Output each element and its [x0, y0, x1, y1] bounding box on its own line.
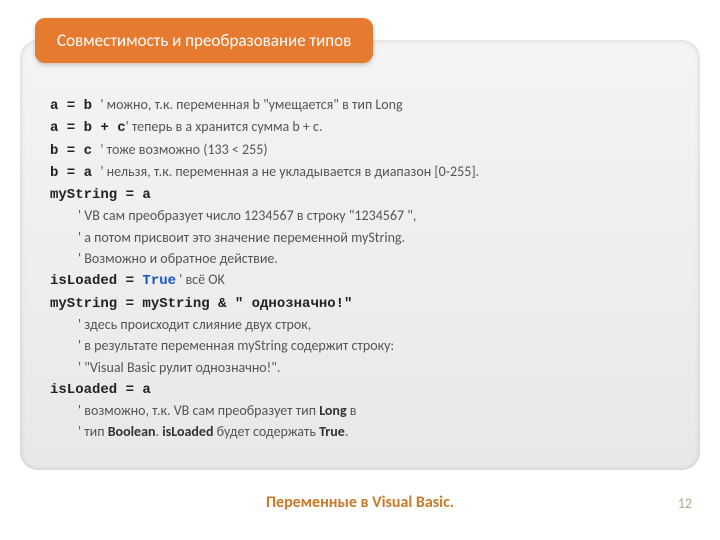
content-frame: a = b ' можно, т.к. переменная b "умещае… [20, 40, 700, 470]
comment: ' Возможно и обратное действие. [78, 250, 278, 267]
comment: ' а потом присвоит это значение переменн… [78, 229, 405, 246]
code-listing: a = b ' можно, т.к. переменная b "умещае… [50, 95, 670, 443]
comment: ' возможно, т.к. VB сам преобразует тип [78, 402, 319, 419]
comment: ' можно, т.к. переменная b "умещается" в… [100, 96, 402, 113]
section-ribbon: Совместимость и преобразование типов [35, 18, 373, 63]
keyword-true: True [142, 273, 176, 289]
code: a = b + c [50, 120, 126, 136]
comment: ' всё OK [176, 271, 225, 288]
type-long: Long [319, 402, 346, 419]
value-true: True [319, 423, 345, 440]
code: isLoaded = [50, 273, 142, 289]
code: b = a [50, 165, 100, 181]
code: isLoaded = a [50, 382, 151, 398]
comment: ' VB сам преобразует число 1234567 в стр… [78, 207, 416, 224]
var-isloaded: isLoaded [162, 423, 213, 440]
page-number: 12 [678, 495, 692, 512]
code: myString = myString & " однозначно!" [50, 296, 352, 312]
code: a = b [50, 98, 100, 114]
comment: . [345, 423, 349, 440]
comment: будет содержать [213, 423, 319, 440]
code: b = c [50, 143, 100, 159]
comment: ' в результате переменная myString содер… [78, 337, 394, 354]
code: myString = a [50, 187, 151, 203]
footer-title: Переменные в Visual Basic. [0, 493, 720, 512]
comment: ' нельзя, т.к. переменная a не укладывае… [100, 163, 479, 180]
type-boolean: Boolean [108, 423, 156, 440]
comment: ' тип [78, 423, 108, 440]
comment: ' здесь происходит слияние двух строк, [78, 316, 311, 333]
comment: ' тоже возможно (133 < 255) [100, 141, 267, 158]
comment: ' "Visual Basic рулит однозначно!". [78, 359, 280, 376]
comment: ' теперь в a хранится сумма b + c. [126, 118, 323, 135]
comment: в [347, 402, 357, 419]
